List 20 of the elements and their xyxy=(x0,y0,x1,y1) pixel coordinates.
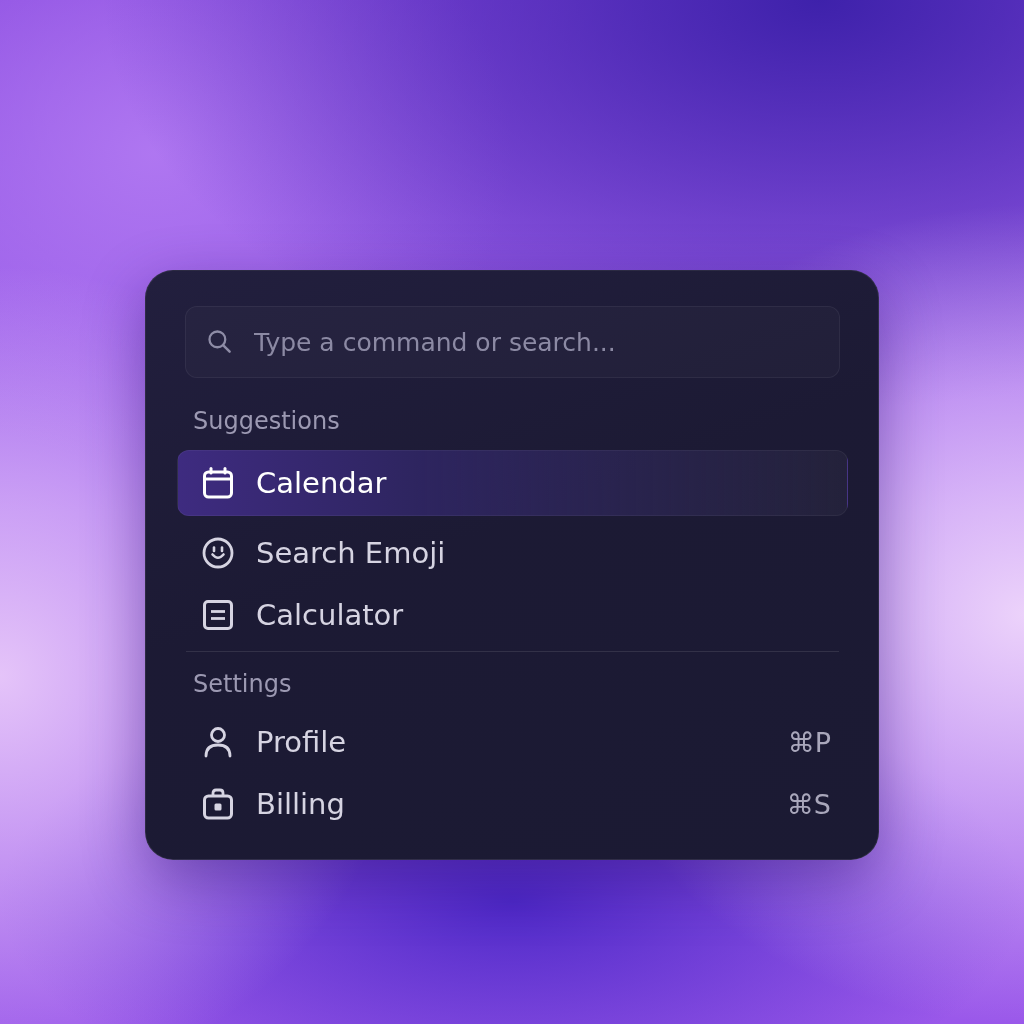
section-heading: Settings xyxy=(193,669,293,699)
calendar-icon xyxy=(202,467,234,499)
menu-item[interactable]: Billing ⌘S xyxy=(177,773,848,835)
menu-item[interactable]: Calendar xyxy=(177,450,848,516)
keyboard-shortcut: ⌘P xyxy=(787,726,831,758)
person-icon xyxy=(202,726,234,758)
item-label: Profile xyxy=(256,725,347,759)
briefcase-icon xyxy=(202,788,234,820)
section-heading: Suggestions xyxy=(193,406,341,436)
menu-item[interactable]: Profile ⌘P xyxy=(177,711,848,773)
search-icon xyxy=(206,328,234,356)
smiley-icon xyxy=(202,537,234,569)
item-label: Search Emoji xyxy=(256,536,446,570)
item-label: Calculator xyxy=(256,598,404,632)
menu-item[interactable]: Search Emoji xyxy=(177,522,848,584)
list-box-icon xyxy=(202,599,234,631)
keyboard-shortcut: ⌘S xyxy=(786,788,831,820)
item-label: Calendar xyxy=(256,466,387,500)
item-label: Billing xyxy=(256,787,345,821)
menu-item[interactable]: Calculator xyxy=(177,584,848,646)
